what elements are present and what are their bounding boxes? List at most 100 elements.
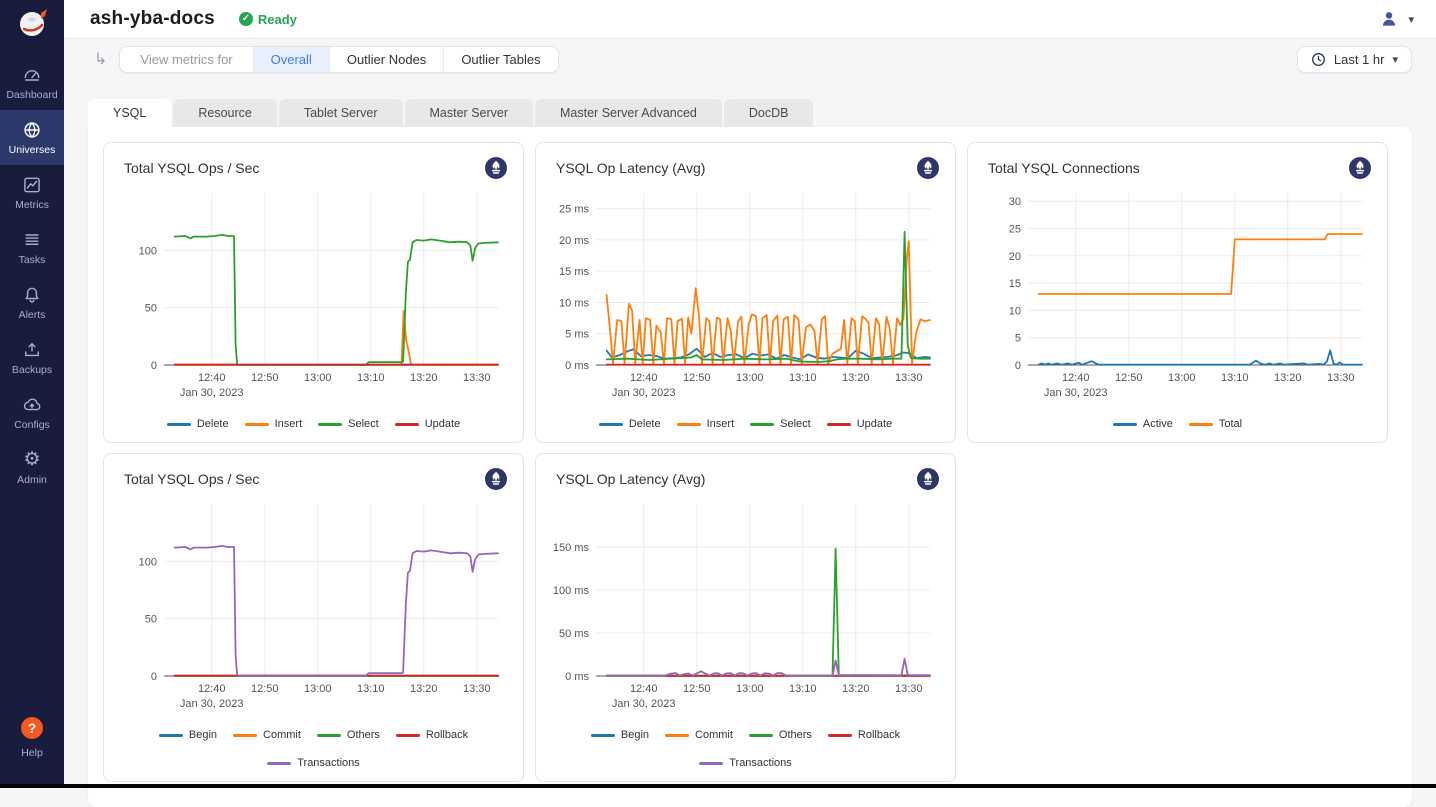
sidebar-item-tasks[interactable]: Tasks bbox=[0, 220, 64, 275]
svg-text:13:20: 13:20 bbox=[842, 683, 870, 695]
svg-text:13:00: 13:00 bbox=[736, 683, 764, 695]
chart-title: Total YSQL Ops / Sec bbox=[124, 157, 259, 176]
chart-row-2: Total YSQL Ops / Sec 12:4012:5013:0013:1… bbox=[103, 453, 1397, 782]
sidebar-item-universes[interactable]: Universes bbox=[0, 110, 64, 165]
legend-item[interactable]: Transactions bbox=[267, 757, 360, 769]
chart-plot-area[interactable]: 12:4012:5013:0013:1013:2013:30050100Jan … bbox=[118, 181, 509, 416]
chart-card-total-ysql-ops-transactions: Total YSQL Ops / Sec 12:4012:5013:0013:1… bbox=[103, 453, 524, 782]
legend-item[interactable]: Active bbox=[1113, 418, 1173, 430]
svg-text:12:40: 12:40 bbox=[1062, 372, 1090, 384]
legend-item[interactable]: Insert bbox=[245, 418, 303, 430]
tab-resource[interactable]: Resource bbox=[173, 99, 277, 127]
svg-text:0: 0 bbox=[1015, 360, 1021, 372]
time-range-dropdown[interactable]: Last 1 hr ▾ bbox=[1297, 46, 1412, 73]
legend-item[interactable]: Update bbox=[827, 418, 892, 430]
scope-tab-outlier-nodes[interactable]: Outlier Nodes bbox=[329, 47, 443, 72]
chart-header: YSQL Op Latency (Avg) bbox=[550, 155, 941, 179]
tab-master-server-advanced[interactable]: Master Server Advanced bbox=[535, 99, 722, 127]
sidebar-item-alerts[interactable]: Alerts bbox=[0, 275, 64, 330]
legend-swatch bbox=[1113, 423, 1137, 426]
svg-text:13:00: 13:00 bbox=[736, 372, 764, 384]
chart-plot-area[interactable]: 12:4012:5013:0013:1013:2013:300 ms5 ms10… bbox=[550, 181, 941, 416]
legend-item[interactable]: Rollback bbox=[396, 729, 468, 741]
legend-item[interactable]: Total bbox=[1189, 418, 1242, 430]
legend-swatch bbox=[749, 734, 773, 737]
main-content: ↳ View metrics for Overall Outlier Nodes… bbox=[64, 38, 1436, 807]
legend-item[interactable]: Select bbox=[318, 418, 379, 430]
chart-plot-area[interactable]: 12:4012:5013:0013:1013:2013:30050100Jan … bbox=[118, 492, 509, 727]
svg-text:15 ms: 15 ms bbox=[559, 266, 589, 278]
chart-card-total-ysql-connections: Total YSQL Connections 12:4012:5013:0013… bbox=[967, 142, 1388, 443]
svg-text:12:50: 12:50 bbox=[1115, 372, 1143, 384]
sidebar-item-backups[interactable]: Backups bbox=[0, 330, 64, 385]
scope-tab-outlier-tables[interactable]: Outlier Tables bbox=[443, 47, 557, 72]
tab-tablet-server[interactable]: Tablet Server bbox=[279, 99, 403, 127]
top-header: ash-yba-docs ✓ Ready ▾ bbox=[64, 0, 1436, 38]
tab-master-server[interactable]: Master Server bbox=[405, 99, 534, 127]
legend-swatch bbox=[159, 734, 183, 737]
svg-text:12:50: 12:50 bbox=[251, 372, 279, 384]
tab-ysql[interactable]: YSQL bbox=[88, 99, 171, 127]
svg-text:10 ms: 10 ms bbox=[559, 297, 589, 309]
admin-icon: ⚙ bbox=[23, 450, 40, 470]
legend-item[interactable]: Commit bbox=[665, 729, 733, 741]
legend-item[interactable]: Update bbox=[395, 418, 460, 430]
sidebar-item-configs[interactable]: Configs bbox=[0, 385, 64, 440]
chart-plot-area[interactable]: 12:4012:5013:0013:1013:2013:300 ms50 ms1… bbox=[550, 492, 941, 727]
chart-header: Total YSQL Ops / Sec bbox=[118, 466, 509, 490]
chart-legend: Delete Insert Select Update bbox=[550, 416, 941, 438]
chart-card-total-ysql-ops: Total YSQL Ops / Sec 12:4012:5013:0013:1… bbox=[103, 142, 524, 443]
legend-item[interactable]: Delete bbox=[167, 418, 229, 430]
legend-swatch bbox=[828, 734, 852, 737]
legend-item[interactable]: Others bbox=[749, 729, 812, 741]
sidebar-item-dashboard[interactable]: Dashboard bbox=[0, 55, 64, 110]
legend-item[interactable]: Select bbox=[750, 418, 811, 430]
metrics-icon bbox=[22, 175, 42, 195]
prometheus-icon[interactable] bbox=[485, 157, 507, 179]
legend-item[interactable]: Begin bbox=[159, 729, 217, 741]
sidebar-item-label: Dashboard bbox=[6, 89, 57, 101]
sidebar-item-admin[interactable]: ⚙ Admin bbox=[0, 440, 64, 495]
return-arrow-icon: ↳ bbox=[94, 49, 107, 69]
chart-legend: Begin Commit Others Rollback Transaction… bbox=[118, 727, 509, 777]
chart-title: Total YSQL Ops / Sec bbox=[124, 468, 259, 487]
prometheus-icon[interactable] bbox=[917, 468, 939, 490]
legend-item[interactable]: Others bbox=[317, 729, 380, 741]
legend-item[interactable]: Rollback bbox=[828, 729, 900, 741]
clock-icon bbox=[1311, 52, 1326, 67]
yugabyte-logo[interactable] bbox=[11, 5, 53, 43]
chart-title: YSQL Op Latency (Avg) bbox=[556, 468, 705, 487]
legend-item[interactable]: Begin bbox=[591, 729, 649, 741]
status-badge: ✓ Ready bbox=[239, 12, 297, 27]
prometheus-icon[interactable] bbox=[485, 468, 507, 490]
sidebar-item-label: Admin bbox=[17, 474, 47, 486]
svg-text:25: 25 bbox=[1009, 223, 1021, 235]
user-menu-button[interactable]: ▾ bbox=[1379, 9, 1414, 29]
svg-text:15: 15 bbox=[1009, 278, 1021, 290]
prometheus-icon[interactable] bbox=[1349, 157, 1371, 179]
svg-text:12:50: 12:50 bbox=[683, 372, 711, 384]
chart-title: YSQL Op Latency (Avg) bbox=[556, 157, 705, 176]
legend-item[interactable]: Commit bbox=[233, 729, 301, 741]
legend-swatch bbox=[245, 423, 269, 426]
svg-text:Jan 30, 2023: Jan 30, 2023 bbox=[612, 387, 676, 399]
user-icon bbox=[1379, 9, 1399, 29]
prometheus-icon[interactable] bbox=[917, 157, 939, 179]
sidebar-item-metrics[interactable]: Metrics bbox=[0, 165, 64, 220]
chart-plot-area[interactable]: 12:4012:5013:0013:1013:2013:300510152025… bbox=[982, 181, 1373, 416]
legend-item[interactable]: Delete bbox=[599, 418, 661, 430]
scope-tab-overall[interactable]: Overall bbox=[253, 47, 329, 72]
legend-swatch bbox=[267, 762, 291, 765]
svg-text:13:30: 13:30 bbox=[463, 683, 491, 695]
tab-docdb[interactable]: DocDB bbox=[724, 99, 814, 127]
sidebar-item-help[interactable]: ? Help bbox=[0, 707, 64, 768]
legend-swatch bbox=[827, 423, 851, 426]
view-metrics-label: View metrics for bbox=[120, 47, 252, 72]
svg-text:13:10: 13:10 bbox=[789, 683, 817, 695]
legend-swatch bbox=[591, 734, 615, 737]
svg-text:13:20: 13:20 bbox=[410, 683, 438, 695]
legend-item[interactable]: Insert bbox=[677, 418, 735, 430]
time-range-value: Last 1 hr bbox=[1334, 52, 1385, 67]
legend-item[interactable]: Transactions bbox=[699, 757, 792, 769]
svg-text:Jan 30, 2023: Jan 30, 2023 bbox=[612, 698, 676, 710]
